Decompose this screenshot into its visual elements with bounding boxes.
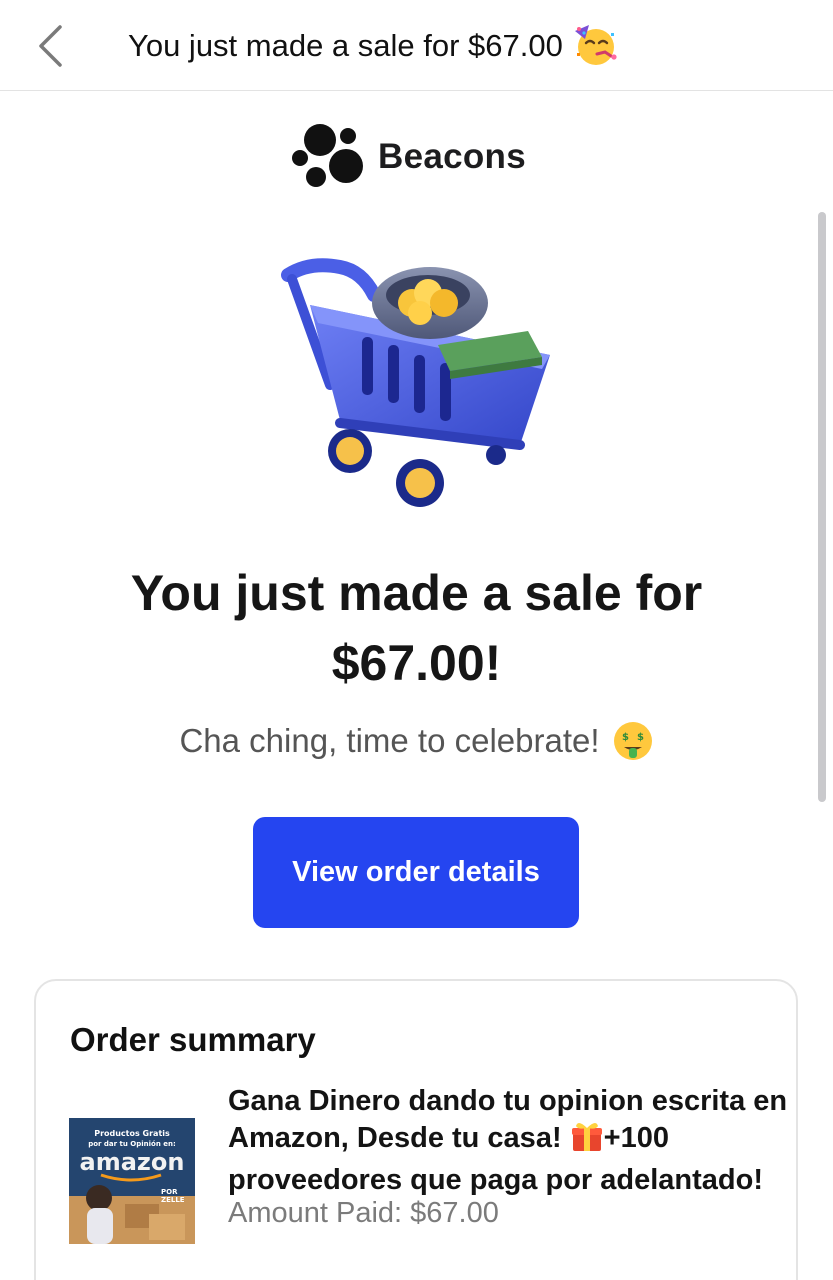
- email-subject-text: You just made a sale for $67.00: [128, 28, 563, 63]
- shopping-cart-icon: [281, 258, 550, 507]
- svg-text:$: $: [622, 732, 629, 743]
- back-button[interactable]: [30, 22, 70, 70]
- brand-logo: Beacons: [290, 120, 526, 194]
- gift-icon: [570, 1119, 604, 1162]
- thumb-logo: amazon: [80, 1148, 185, 1176]
- chevron-left-icon: [39, 25, 62, 67]
- money-mouth-face-icon: $ $: [612, 720, 654, 762]
- view-order-details-button[interactable]: View order details: [253, 817, 579, 928]
- thumb-line2: por dar tu Opinión en:: [88, 1140, 176, 1148]
- thumb-line1: Productos Gratis: [94, 1129, 170, 1138]
- scrollbar-thumb[interactable]: [818, 212, 826, 802]
- partying-face-icon: [573, 23, 619, 69]
- brand-name: Beacons: [378, 137, 526, 176]
- amount-paid: Amount Paid: $67.00: [228, 1197, 499, 1229]
- product-thumbnail[interactable]: Productos Gratis por dar tu Opinión en: …: [69, 1118, 195, 1244]
- product-name-part1: Gana Dinero dando tu opinion escrita en …: [228, 1085, 788, 1154]
- beacons-logo-icon: [292, 124, 363, 187]
- sale-headline: You just made a sale for $67.00!: [130, 565, 703, 691]
- order-summary-title: Order summary: [70, 1021, 316, 1058]
- order-summary-card: Order summary Productos Gratis por dar t…: [34, 979, 798, 1280]
- svg-text:$: $: [637, 732, 644, 743]
- product-name[interactable]: Gana Dinero dando tu opinion escrita en …: [228, 1083, 788, 1198]
- email-view: You just made a sale for $67.00 Beacons …: [0, 0, 833, 1280]
- top-bar: You just made a sale for $67.00: [0, 0, 833, 91]
- email-subject: You just made a sale for $67.00: [128, 24, 619, 68]
- celebrate-subtitle: Cha ching, time to celebrate! $ $: [40, 720, 793, 762]
- thumb-tag2: ZELLE: [161, 1196, 185, 1204]
- thumb-tag1: POR: [161, 1188, 178, 1196]
- celebrate-subtitle-text: Cha ching, time to celebrate!: [179, 722, 600, 759]
